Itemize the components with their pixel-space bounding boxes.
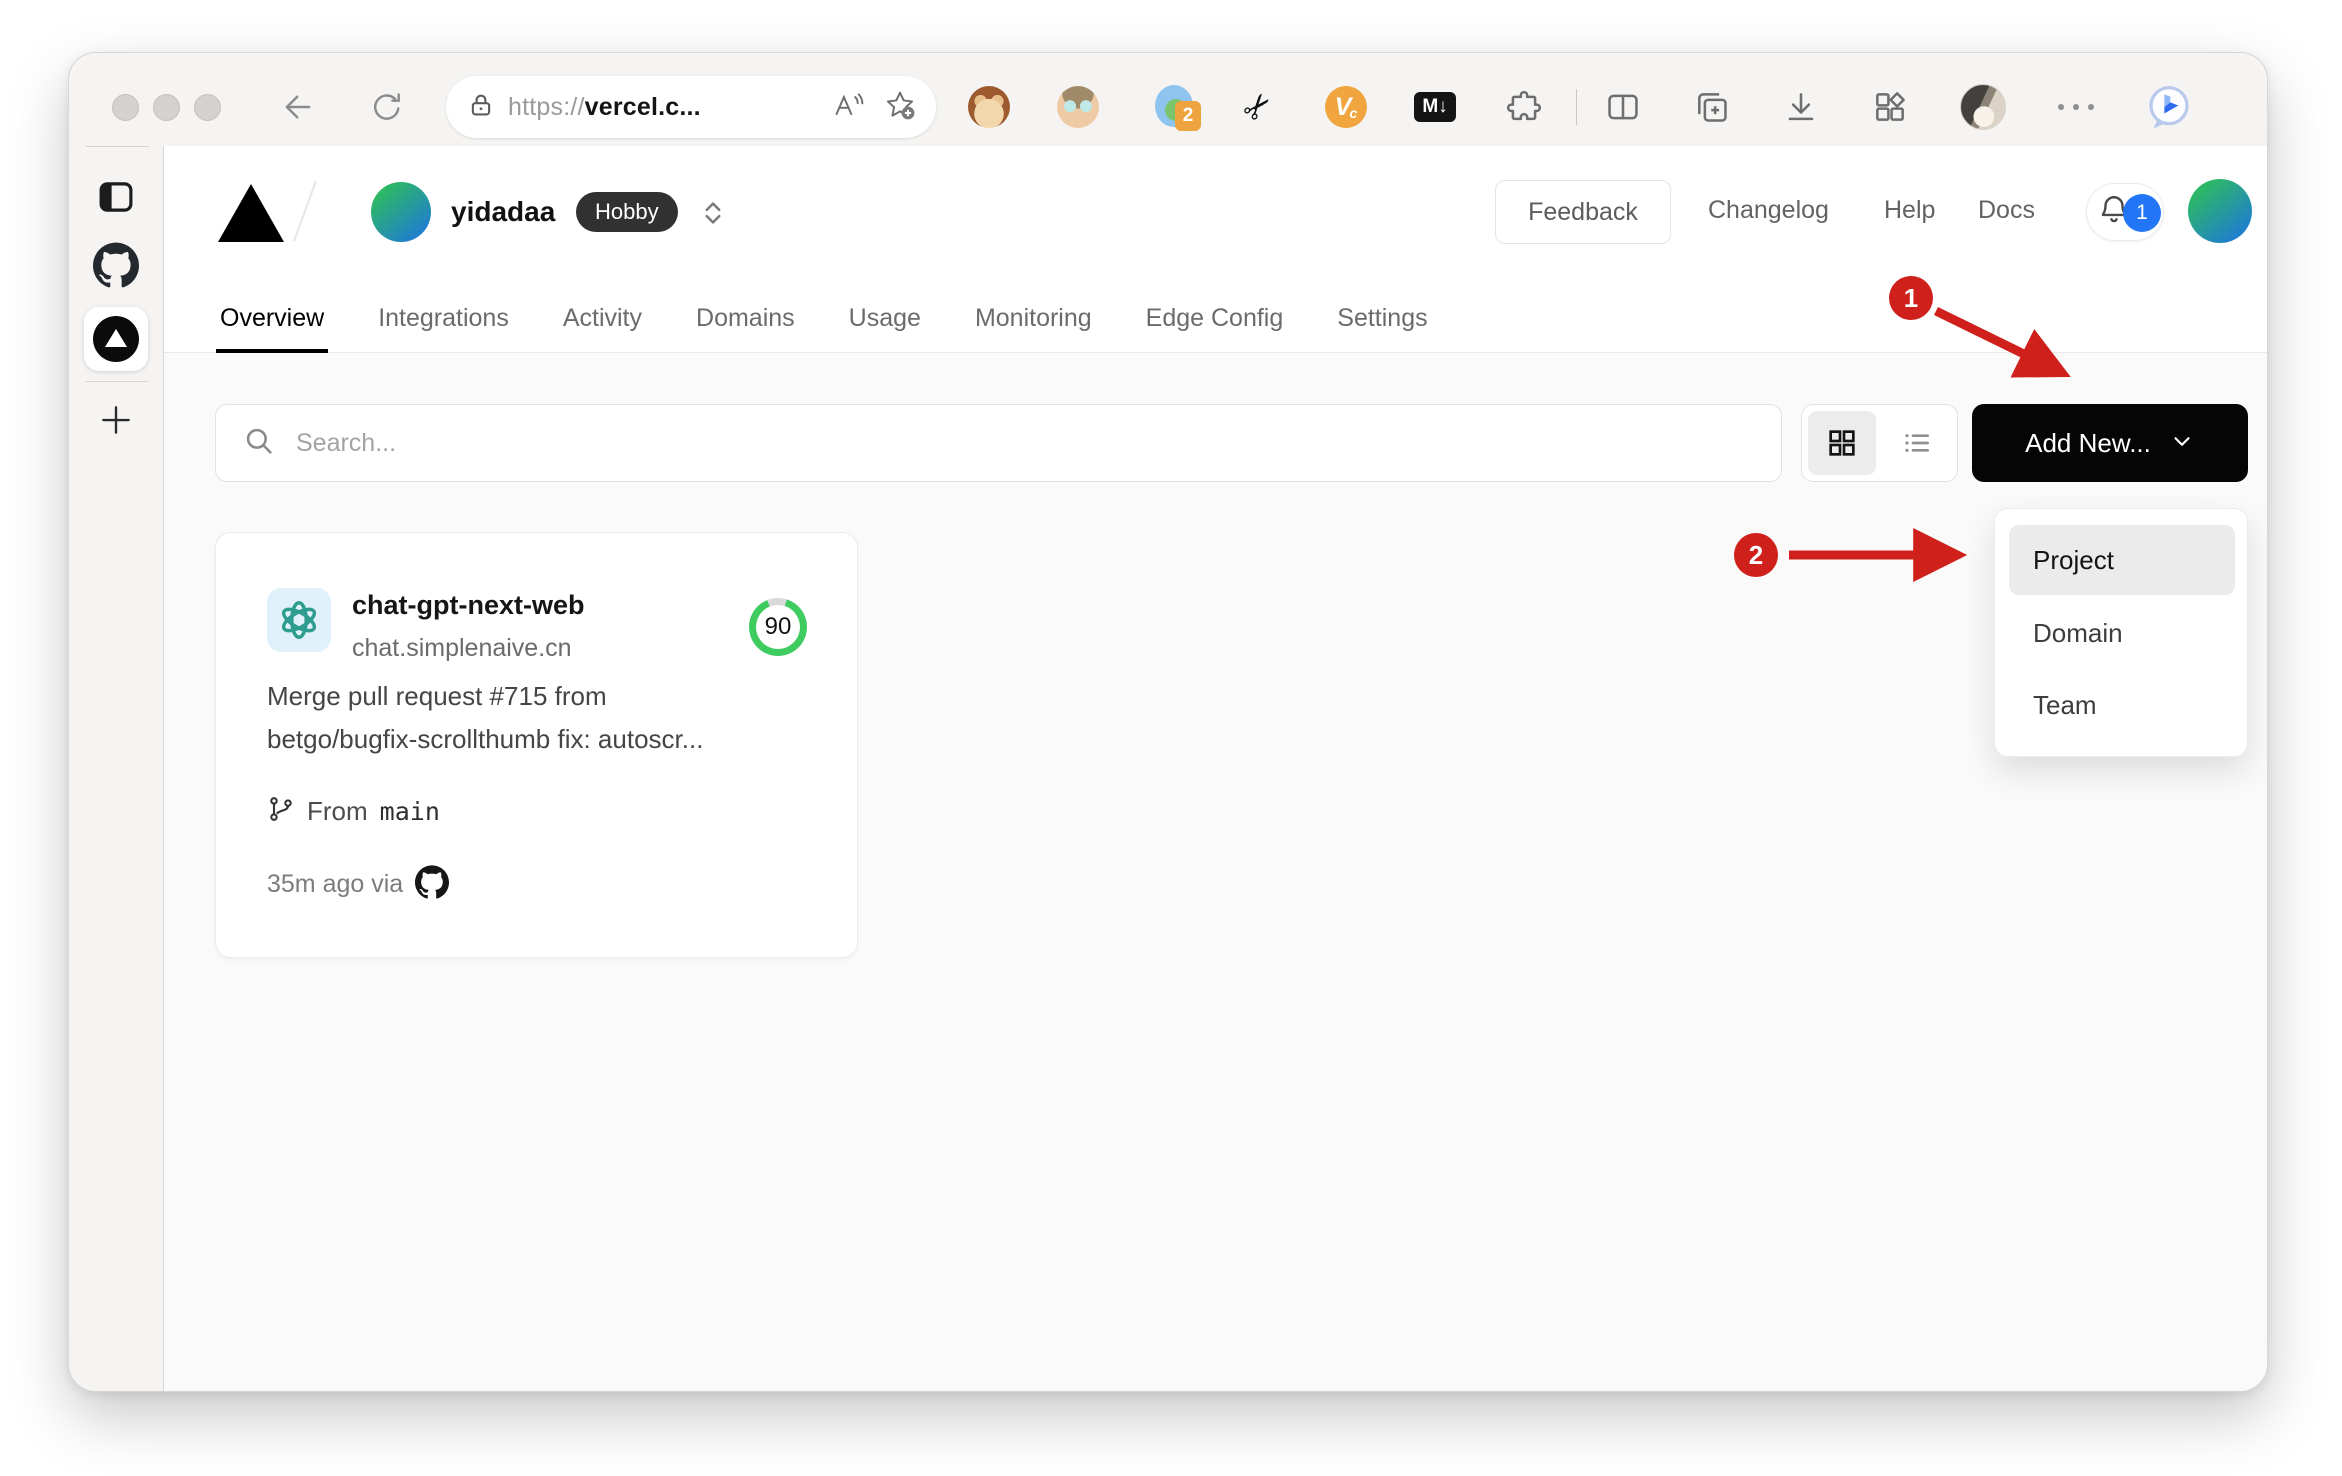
minimize-window-button[interactable] — [153, 94, 180, 121]
help-link[interactable]: Help — [1884, 196, 1935, 225]
branch-name: main — [379, 797, 440, 826]
tab-overview[interactable]: Overview — [215, 284, 329, 353]
downloads-icon[interactable] — [1777, 83, 1825, 131]
view-toggle — [1801, 404, 1958, 482]
workspaces-icon[interactable] — [1866, 83, 1914, 131]
monkey-extension-icon[interactable] — [965, 83, 1013, 131]
search-icon — [242, 424, 276, 463]
search-bar[interactable] — [215, 404, 1782, 482]
project-domain[interactable]: chat.simplenaive.cn — [352, 634, 572, 663]
vercel-app-icon — [93, 316, 139, 362]
projects-section: Add New... Project Domain Team chat-gpt-… — [164, 353, 2267, 1391]
browser-sidebar — [69, 146, 164, 1391]
maximize-window-button[interactable] — [194, 94, 221, 121]
tab-settings[interactable]: Settings — [1337, 284, 1427, 353]
list-view-button[interactable] — [1883, 411, 1951, 475]
read-aloud-icon[interactable] — [832, 90, 866, 125]
sidebar-toggle-icon[interactable] — [92, 173, 140, 221]
plan-badge: Hobby — [576, 192, 678, 232]
grid-view-button[interactable] — [1808, 411, 1876, 475]
commit-message: Merge pull request #715 from betgo/bugfi… — [267, 681, 704, 754]
team-name[interactable]: yidadaa — [451, 196, 555, 228]
dropdown-item-project[interactable]: Project — [2009, 525, 2235, 595]
tab-domains[interactable]: Domains — [696, 284, 795, 353]
screenshot-canvas: https://vercel.c... 2 ✂ V c M↓ yidadaa H… — [0, 0, 2342, 1476]
annotation-step-2: 2 — [1734, 533, 1778, 577]
vercel-logo[interactable] — [218, 184, 284, 242]
add-favorite-icon[interactable] — [884, 89, 916, 126]
dashboard-header: yidadaa Hobby Feedback Changelog Help Do… — [164, 146, 2267, 353]
github-pinned-site-icon[interactable] — [92, 241, 140, 289]
dropdown-item-domain[interactable]: Domain — [2009, 609, 2235, 657]
browser-toolbar: https://vercel.c... 2 ✂ V c M↓ — [69, 53, 2267, 146]
breadcrumb-slash — [293, 180, 317, 242]
lighthouse-score-value: 90 — [764, 613, 792, 640]
close-window-button[interactable] — [112, 94, 139, 121]
tab-usage[interactable]: Usage — [849, 284, 921, 353]
lighthouse-score-ring: 90 — [749, 598, 807, 656]
refresh-icon[interactable] — [363, 83, 411, 131]
add-new-button[interactable]: Add New... — [1972, 404, 2248, 482]
v-extension-icon[interactable]: Vc — [1322, 83, 1370, 131]
toolbar-divider — [1576, 89, 1577, 125]
face-extension-icon[interactable] — [1054, 83, 1102, 131]
github-icon — [415, 865, 450, 904]
project-name[interactable]: chat-gpt-next-web — [352, 590, 585, 621]
browser-window: https://vercel.c... 2 ✂ V c M↓ yidadaa H… — [68, 52, 2268, 1392]
add-new-dropdown: Project Domain Team — [1994, 508, 2248, 757]
user-avatar[interactable] — [2188, 179, 2252, 243]
more-menu-icon[interactable] — [2052, 83, 2100, 131]
project-card[interactable]: chat-gpt-next-web chat.simplenaive.cn 90… — [215, 532, 858, 958]
url-text: https://vercel.c... — [508, 92, 701, 121]
markdown-extension-icon[interactable]: M↓ — [1411, 83, 1459, 131]
dashboard-tabs: Overview Integrations Activity Domains U… — [215, 284, 1428, 353]
new-tab-plus-icon[interactable] — [92, 396, 140, 444]
branch-row: From main — [267, 795, 440, 828]
search-input[interactable] — [296, 428, 1755, 458]
tab-activity[interactable]: Activity — [563, 284, 642, 353]
sidebar-divider-mid — [85, 381, 148, 382]
docs-link[interactable]: Docs — [1978, 196, 2035, 225]
tab-integrations[interactable]: Integrations — [378, 284, 509, 353]
address-bar[interactable]: https://vercel.c... — [446, 76, 936, 138]
feedback-button[interactable]: Feedback — [1495, 180, 1671, 244]
vercel-dashboard: yidadaa Hobby Feedback Changelog Help Do… — [164, 146, 2267, 1391]
collections-icon[interactable] — [1688, 83, 1736, 131]
bing-chat-icon[interactable] — [2145, 83, 2193, 131]
profile-avatar[interactable] — [1959, 83, 2007, 131]
extensions-puzzle-icon[interactable] — [1500, 83, 1548, 131]
tab-monitoring[interactable]: Monitoring — [975, 284, 1092, 353]
team-avatar[interactable] — [371, 182, 431, 242]
team-switcher-icon[interactable] — [698, 198, 728, 233]
openai-project-icon — [267, 588, 331, 652]
annotation-step-1: 1 — [1889, 276, 1933, 320]
translate-badge: 2 — [1175, 101, 1201, 131]
notification-count-badge: 1 — [2123, 194, 2161, 232]
notifications-button[interactable]: 1 — [2086, 183, 2164, 241]
sidebar-divider-top — [86, 146, 149, 147]
deploy-meta-row: 35m ago via — [267, 865, 450, 904]
vercel-pinned-site-tile[interactable] — [84, 307, 148, 371]
scissors-extension-icon[interactable]: ✂ — [1234, 83, 1282, 131]
translate-extension-icon[interactable]: 2 — [1153, 83, 1201, 131]
dropdown-item-team[interactable]: Team — [2009, 681, 2235, 729]
chevron-down-icon — [2169, 428, 2195, 459]
changelog-link[interactable]: Changelog — [1708, 196, 1829, 225]
git-branch-icon — [267, 795, 295, 828]
lock-icon — [466, 90, 496, 125]
split-screen-icon[interactable] — [1599, 83, 1647, 131]
tab-edge-config[interactable]: Edge Config — [1146, 284, 1284, 353]
back-icon[interactable] — [274, 83, 322, 131]
